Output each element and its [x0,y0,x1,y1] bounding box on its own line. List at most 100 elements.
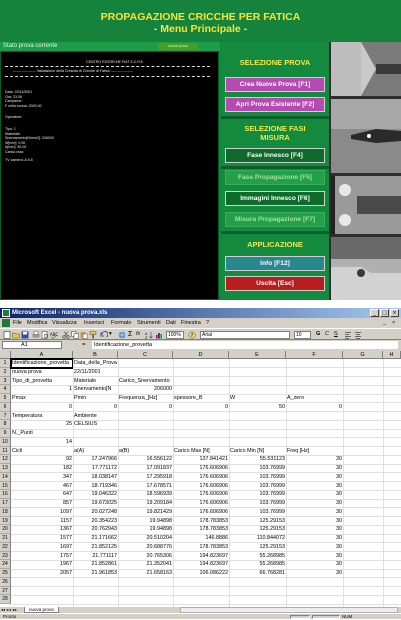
table-row: 27 [0,586,401,596]
column-header[interactable]: H [383,351,401,359]
zoom-box[interactable]: 100% [166,331,184,339]
excel-title-bar: Microsoft Excel - nuova prova.xls _ □ × [0,308,401,318]
format-painter-icon[interactable] [89,331,97,339]
cut-icon[interactable] [62,331,70,339]
row-header[interactable]: 27 [0,586,11,596]
row-header[interactable]: 12 [0,455,11,464]
row-header[interactable]: 10 [0,437,11,447]
row-header[interactable]: 17 [0,499,11,508]
section-title-applicazione: APPLICAZIONE [247,240,303,249]
table-row: 14 347 18.038147 17.295918 176.606906 103.769… [0,472,401,482]
row-header[interactable]: 16 [0,490,11,499]
function-icon[interactable]: fx [136,330,140,339]
column-header[interactable]: D [173,351,229,359]
column-header[interactable]: E [229,351,286,359]
exit-button[interactable]: Uscita [Esc] [225,276,325,291]
initiation-phase-button[interactable]: Fase Innesco [F4] [225,148,325,163]
formula-input[interactable]: Identificazione_provetta [92,341,398,349]
propagation-measure-button[interactable]: Misura Propagazione [F7] [225,212,325,227]
row-header[interactable]: 15 [0,481,11,491]
maximize-icon[interactable]: □ [380,309,389,317]
workbook-close-icon[interactable]: × [392,318,395,328]
chart-wizard-icon[interactable] [155,331,163,339]
row-header[interactable]: 13 [0,464,11,473]
menu-visualizza[interactable]: Visualizza [52,318,77,328]
column-header[interactable]: F [286,351,343,359]
menu-inserisci[interactable]: Inserisci [84,318,104,328]
table-row: 12 92 17.247966 16.556122 137.841421 55.53112… [0,455,401,465]
menu-finestra[interactable]: Finestra [181,318,201,328]
column-header[interactable]: C [118,351,173,359]
row-header[interactable]: 3 [0,376,11,386]
paste-icon[interactable] [80,331,88,339]
svg-text:ABC: ABC [50,332,58,337]
spelling-icon[interactable]: ABC [50,331,58,339]
row-header[interactable]: 18 [0,507,11,517]
row-header[interactable]: 20 [0,525,11,534]
minimize-icon[interactable]: _ [370,309,379,317]
italic-icon[interactable]: C [325,330,329,339]
column-header[interactable]: G [343,351,383,359]
row-header[interactable]: 28 [0,595,11,604]
row-header[interactable]: 4 [0,385,11,394]
initiation-images-button[interactable]: Immagini Innesco [F6] [225,191,325,206]
column-header[interactable]: B [73,351,118,359]
hyperlink-icon[interactable] [118,331,126,339]
open-folder-icon[interactable] [12,331,20,339]
help-icon[interactable]: ? [188,331,196,339]
row-header[interactable]: 5 [0,394,11,403]
menu-formato[interactable]: Formato [111,318,131,328]
row-header[interactable]: 21 [0,534,11,543]
grid-line [229,359,230,607]
autosum-icon[interactable]: Σ [128,330,132,339]
row-header[interactable]: 23 [0,551,11,561]
spreadsheet-grid[interactable]: A B C D E F G H 1 Identificazione_provett… [0,351,401,607]
section-title-prova: SELEZIONE PROVA [239,58,311,67]
align-center-icon[interactable] [354,331,362,339]
open-existing-test-button[interactable]: Apri Prova Esistente [F2] [225,97,325,112]
app-title: PROPAGAZIONE CRICCHE PER FATICA [100,11,301,23]
name-box[interactable]: A1 [2,341,62,349]
table-row: 23 1757 21.771117 20.765306 194.823697 55.268… [0,551,401,561]
font-size-select[interactable]: 10 [294,331,311,339]
font-name-select[interactable]: Arial [200,331,290,339]
menu-file[interactable]: File [13,318,22,328]
row-header[interactable]: 8 [0,420,11,429]
row-header[interactable]: 2 [0,367,11,377]
row-header[interactable]: 9 [0,429,11,438]
console-operator: Operatore: [5,115,23,119]
copy-icon[interactable] [71,331,79,339]
menu-strumenti[interactable]: Strumenti [137,318,161,328]
row-header[interactable]: 25 [0,569,11,578]
menu-modifica[interactable]: Modifica [27,318,47,328]
align-left-icon[interactable] [344,331,352,339]
row-header[interactable]: 22 [0,542,11,552]
row-header[interactable]: 26 [0,577,11,587]
excel-menu-bar: File Modifica Visualizza Inserisci Forma… [0,318,401,328]
row-header[interactable]: 7 [0,411,11,421]
grid-line [173,359,174,607]
table-row: 25 2057 21.961853 21.658163 106.086222 66.768… [0,569,401,579]
menu-dati[interactable]: Dati [166,318,176,328]
create-new-test-button[interactable]: Crea Nuova Prova [F1] [225,77,325,92]
workbook-icon[interactable] [2,319,10,327]
row-header[interactable]: 11 [0,446,11,456]
undo-icon[interactable] [100,331,108,339]
menu-help[interactable]: ? [206,318,209,328]
row-header[interactable]: 14 [0,472,11,482]
row-header[interactable]: 6 [0,402,11,412]
print-preview-icon[interactable] [41,331,49,339]
bold-icon[interactable]: G [316,330,320,339]
workbook-minimize-icon[interactable]: _ [383,318,386,328]
new-file-icon[interactable] [3,331,11,339]
sort-ascending-icon[interactable]: AZ [145,331,153,339]
close-icon[interactable]: × [390,309,399,317]
propagation-phase-button[interactable]: Fase Propagazione [F5] [225,170,325,185]
save-icon[interactable] [21,331,29,339]
row-header[interactable]: 24 [0,560,11,569]
underline-icon[interactable]: S [334,330,338,339]
print-icon[interactable] [32,331,40,339]
info-button[interactable]: Info [F12] [225,256,325,271]
undo-dropdown-icon[interactable]: ▾ [109,330,112,339]
row-header[interactable]: 19 [0,516,11,526]
